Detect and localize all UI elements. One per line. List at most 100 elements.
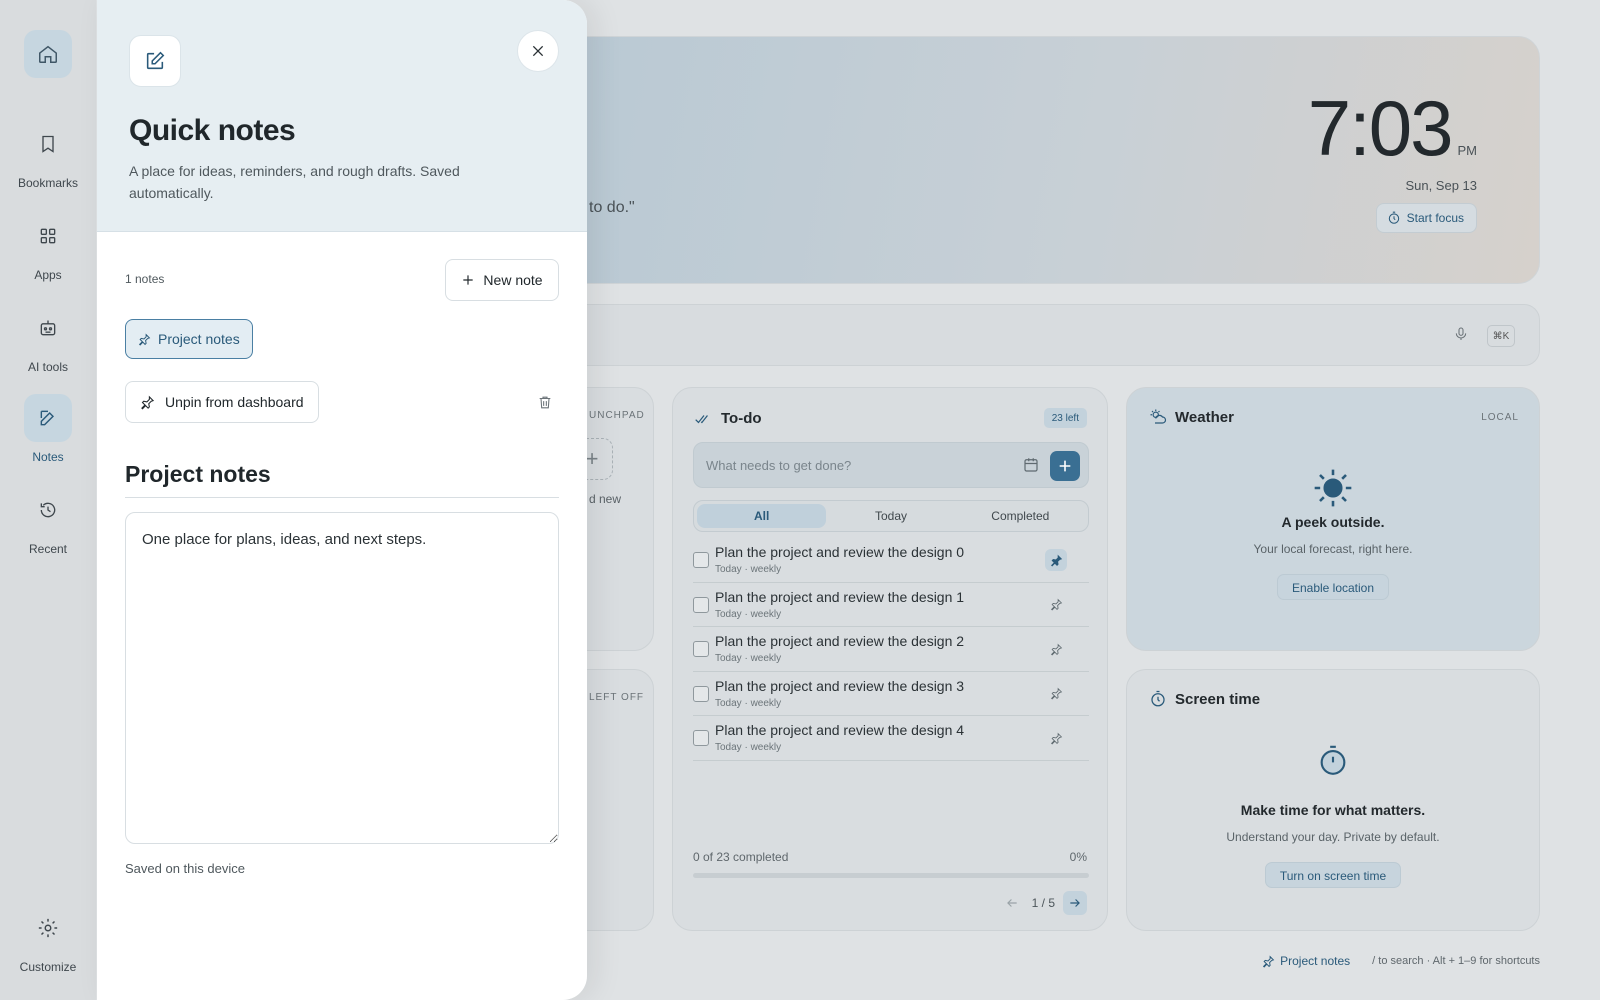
history-icon: [24, 486, 72, 534]
saved-status: Saved on this device: [125, 861, 245, 876]
todo-checkbox[interactable]: [693, 685, 709, 702]
todo-item-text: Plan the project and review the design 4: [715, 722, 965, 738]
screen-time-empty-state: [1127, 744, 1539, 783]
todo-checkbox[interactable]: [693, 552, 709, 568]
screen-time-action-wrap: Turn on screen time: [1127, 862, 1539, 888]
add-new-label: d new: [589, 492, 622, 506]
todo-input[interactable]: What needs to get done?: [693, 442, 1089, 488]
bookmark-icon: [24, 120, 72, 168]
add-todo-button[interactable]: [1050, 451, 1080, 481]
footer-pinned-label: Project notes: [1280, 954, 1351, 968]
todo-input-placeholder: What needs to get done?: [706, 458, 852, 473]
screen-time-subtext: Understand your day. Private by default.: [1226, 830, 1440, 844]
rail-item-bookmarks[interactable]: Bookmarks: [0, 120, 96, 190]
close-drawer-button[interactable]: [517, 30, 559, 72]
todo-item: Plan the project and review the design 0…: [693, 538, 1089, 583]
pin-icon[interactable]: [1045, 683, 1067, 705]
footer-bar: Project notes / to search · Alt + 1–9 fo…: [1262, 954, 1540, 968]
stopwatch-icon: [1320, 745, 1346, 775]
tab-completed[interactable]: Completed: [956, 504, 1085, 528]
weather-header: Weather: [1149, 408, 1234, 426]
note-chip-label: Project notes: [158, 331, 240, 347]
todo-checkbox[interactable]: [693, 641, 709, 657]
rail-item-notes[interactable]: Notes: [0, 394, 96, 464]
launchpad-label: UNCHPAD: [589, 410, 645, 421]
plus-icon: [1059, 460, 1071, 472]
clock-date: Sun, Sep 13: [1405, 178, 1477, 193]
note-title-input[interactable]: [125, 452, 559, 498]
arrow-left-icon: [1006, 899, 1017, 907]
double-check-icon: [695, 414, 708, 423]
rail-label-apps: Apps: [34, 268, 62, 282]
prev-page-button[interactable]: [1000, 891, 1024, 915]
enable-location-button[interactable]: Enable location: [1276, 574, 1390, 600]
hero-quote: to do.": [589, 199, 635, 216]
left-rail: Bookmarks Apps AI tools Notes Recent Cus…: [0, 0, 96, 1000]
screen-time-title: Screen time: [1175, 690, 1261, 708]
quick-notes-drawer: Quick notes A place for ideas, reminders…: [97, 0, 587, 1000]
timer-icon: [1388, 211, 1399, 224]
next-page-button[interactable]: [1063, 891, 1087, 915]
weather-headline: A peek outside.: [1281, 514, 1385, 530]
rail-item-home[interactable]: [0, 30, 96, 86]
drawer-header: Quick notes A place for ideas, reminders…: [97, 0, 587, 232]
todo-card: To-do 23 left What needs to get done? Al…: [672, 387, 1108, 931]
turn-on-screen-time-button[interactable]: Turn on screen time: [1264, 862, 1402, 888]
todo-item: Plan the project and review the design 3…: [693, 672, 1089, 716]
pin-icon[interactable]: [1045, 638, 1067, 660]
drawer-description: A place for ideas, reminders, and rough …: [129, 163, 460, 201]
weather-title: Weather: [1175, 408, 1234, 426]
todo-item-meta: Today · weekly: [715, 697, 782, 709]
todo-list: Plan the project and review the design 0…: [693, 538, 1089, 761]
cloud-sun-icon: [1150, 409, 1167, 424]
start-focus-label: Start focus: [1406, 211, 1464, 225]
rail-label-ai-tools: AI tools: [27, 360, 69, 374]
pin-icon[interactable]: [1045, 549, 1067, 571]
plus-icon: [463, 275, 474, 285]
search-bar[interactable]: ⌘K: [560, 304, 1540, 366]
clock-time: 7:03: [1307, 84, 1454, 172]
tab-all[interactable]: All: [697, 504, 827, 528]
rail-item-customize[interactable]: Customize: [0, 904, 96, 974]
pin-icon: [138, 332, 151, 346]
pin-icon: [141, 395, 155, 410]
footer-pinned-note[interactable]: Project notes: [1262, 954, 1350, 968]
todo-progress-label: 0 of 23 completed: [693, 850, 789, 864]
new-note-button[interactable]: New note: [445, 259, 559, 301]
weather-empty-state: [1127, 466, 1539, 515]
note-chip-project-notes[interactable]: Project notes: [125, 319, 253, 359]
rail-item-ai-tools[interactable]: AI tools: [0, 304, 96, 374]
todo-title: To-do: [721, 410, 762, 427]
weather-card: Weather LOCAL A peek outside. Your local…: [1126, 387, 1540, 651]
todo-item-meta: Today · weekly: [715, 564, 782, 575]
note-body-textarea[interactable]: One place for plans, ideas, and next ste…: [125, 512, 559, 844]
todo-checkbox[interactable]: [693, 730, 709, 746]
close-icon: [532, 45, 544, 57]
pin-icon: [1263, 954, 1275, 968]
rail-item-apps[interactable]: Apps: [0, 212, 96, 282]
todo-checkbox[interactable]: [693, 596, 709, 613]
delete-note-button[interactable]: [533, 390, 557, 414]
tab-today[interactable]: Today: [826, 504, 955, 528]
todo-item: Plan the project and review the design 1…: [693, 583, 1089, 627]
clock: 7:03 PM Sun, Sep 13: [1308, 83, 1477, 193]
gear-icon: [24, 904, 72, 952]
pin-icon[interactable]: [1045, 727, 1067, 749]
calendar-icon[interactable]: [1022, 456, 1040, 479]
microphone-icon[interactable]: [1453, 325, 1469, 348]
shortcut-hint: ⌘K: [1487, 325, 1515, 347]
todo-item-meta: Today · weekly: [715, 608, 782, 620]
rail-label-customize: Customize: [19, 960, 77, 974]
trash-icon: [539, 396, 551, 408]
weather-local-tag: LOCAL: [1481, 412, 1519, 423]
todo-header: To-do: [695, 410, 762, 427]
weather-action-wrap: Enable location: [1127, 574, 1539, 600]
rail-item-recent[interactable]: Recent: [0, 486, 96, 556]
timer-icon: [1151, 690, 1165, 707]
todo-pager: 1 / 5: [1000, 891, 1087, 915]
screen-time-header: Screen time: [1149, 690, 1260, 708]
start-focus-button[interactable]: Start focus: [1375, 203, 1477, 233]
clock-ampm: PM: [1457, 143, 1478, 158]
unpin-from-dashboard-button[interactable]: Unpin from dashboard: [125, 381, 319, 423]
pin-icon[interactable]: [1045, 594, 1067, 616]
